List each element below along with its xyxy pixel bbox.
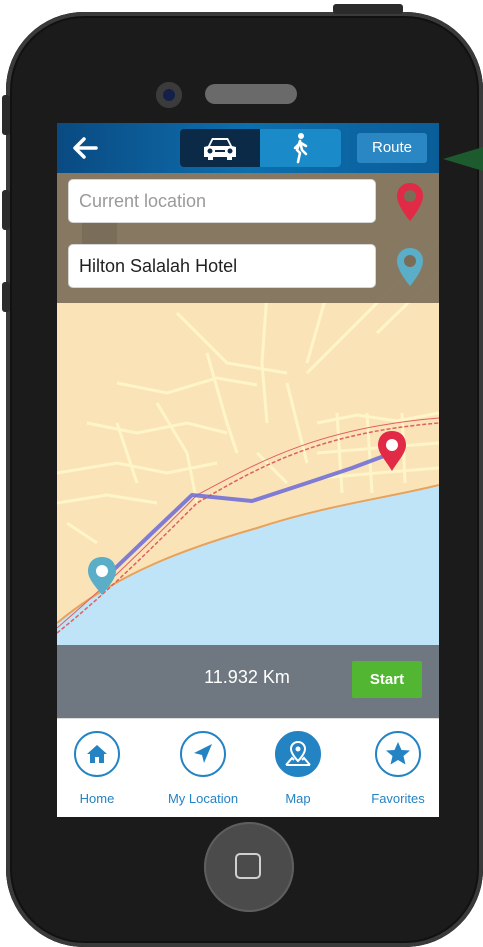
bottom-tab-bar: Home My Location Map Favorites [57, 718, 439, 817]
app-screen: Route 11.932 Km Start Home [57, 123, 439, 817]
route-distance: 11.932 Km [204, 667, 290, 687]
tab-favorites[interactable]: Favorites [357, 719, 439, 817]
front-camera [156, 82, 182, 108]
map-pin-icon [275, 731, 321, 777]
start-navigation-button[interactable]: Start [352, 661, 422, 698]
tab-my-location[interactable]: My Location [157, 719, 249, 817]
travel-mode-selector [180, 129, 341, 167]
earpiece-speaker [205, 84, 297, 104]
tab-map[interactable]: Map [267, 719, 329, 817]
back-button[interactable] [67, 131, 103, 165]
arrow-left-icon [73, 137, 98, 159]
walk-mode-tab[interactable] [260, 129, 341, 167]
origin-pin-icon[interactable] [394, 181, 426, 223]
location-arrow-icon [180, 731, 226, 777]
home-button-square-icon [235, 853, 261, 879]
tab-my-location-label: My Location [167, 791, 239, 806]
route-summary-bar: 11.932 Km Start [57, 645, 439, 718]
volume-up-button [2, 190, 10, 230]
volume-down-button [2, 282, 10, 312]
home-icon [74, 731, 120, 777]
tab-map-label: Map [285, 791, 311, 806]
tab-home[interactable]: Home [57, 719, 137, 817]
route-search-panel [57, 173, 439, 303]
destination-input[interactable] [68, 244, 376, 288]
car-icon [204, 138, 236, 160]
car-mode-tab[interactable] [180, 129, 260, 167]
tab-home-label: Home [79, 791, 115, 806]
top-navigation-bar: Route [57, 123, 439, 173]
walk-icon [293, 133, 308, 164]
tab-favorites-label: Favorites [371, 791, 425, 806]
origin-input[interactable] [68, 179, 376, 223]
destination-pin-icon[interactable] [394, 246, 426, 288]
mute-switch [2, 95, 10, 135]
power-button [333, 4, 403, 14]
hardware-home-button[interactable] [204, 822, 294, 912]
star-icon [375, 731, 421, 777]
pointer-arrow-icon [443, 147, 483, 171]
route-button[interactable]: Route [357, 133, 427, 163]
